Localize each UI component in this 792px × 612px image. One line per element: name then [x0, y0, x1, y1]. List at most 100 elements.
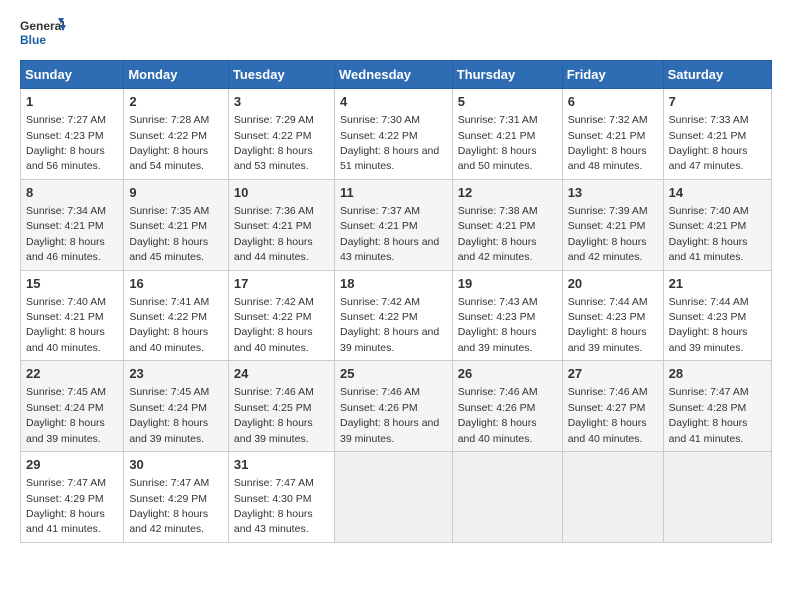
- calendar-cell: [334, 452, 452, 543]
- day-info: Sunrise: 7:38 AMSunset: 4:21 PMDaylight:…: [458, 205, 538, 263]
- day-number: 18: [340, 275, 447, 293]
- calendar-cell: 8 Sunrise: 7:34 AMSunset: 4:21 PMDaylight…: [21, 179, 124, 270]
- day-number: 14: [669, 184, 766, 202]
- calendar-week-row: 15 Sunrise: 7:40 AMSunset: 4:21 PMDayligh…: [21, 270, 772, 361]
- day-info: Sunrise: 7:46 AMSunset: 4:26 PMDaylight:…: [340, 386, 439, 444]
- day-info: Sunrise: 7:46 AMSunset: 4:26 PMDaylight:…: [458, 386, 538, 444]
- day-info: Sunrise: 7:34 AMSunset: 4:21 PMDaylight:…: [26, 205, 106, 263]
- day-info: Sunrise: 7:42 AMSunset: 4:22 PMDaylight:…: [234, 296, 314, 354]
- day-number: 17: [234, 275, 329, 293]
- header-monday: Monday: [124, 61, 229, 89]
- day-number: 20: [568, 275, 658, 293]
- calendar-cell: 21 Sunrise: 7:44 AMSunset: 4:23 PMDayligh…: [663, 270, 771, 361]
- calendar-week-row: 29 Sunrise: 7:47 AMSunset: 4:29 PMDayligh…: [21, 452, 772, 543]
- calendar-header-row: SundayMondayTuesdayWednesdayThursdayFrid…: [21, 61, 772, 89]
- calendar-cell: 4Sunrise: 7:30 AMSunset: 4:22 PMDaylight…: [334, 89, 452, 180]
- day-info: Sunrise: 7:46 AMSunset: 4:27 PMDaylight:…: [568, 386, 648, 444]
- day-number: 24: [234, 365, 329, 383]
- svg-text:Blue: Blue: [20, 33, 46, 47]
- header-thursday: Thursday: [452, 61, 562, 89]
- header-tuesday: Tuesday: [228, 61, 334, 89]
- day-number: 12: [458, 184, 557, 202]
- day-info: Sunrise: 7:45 AMSunset: 4:24 PMDaylight:…: [26, 386, 106, 444]
- day-number: 16: [129, 275, 223, 293]
- day-info: Sunrise: 7:37 AMSunset: 4:21 PMDaylight:…: [340, 205, 439, 263]
- day-number: 22: [26, 365, 118, 383]
- day-number: 31: [234, 456, 329, 474]
- day-number: 21: [669, 275, 766, 293]
- day-info: Sunrise: 7:28 AMSunset: 4:22 PMDaylight:…: [129, 114, 209, 172]
- day-info: Sunrise: 7:42 AMSunset: 4:22 PMDaylight:…: [340, 296, 439, 354]
- calendar-cell: 14 Sunrise: 7:40 AMSunset: 4:21 PMDayligh…: [663, 179, 771, 270]
- day-number: 23: [129, 365, 223, 383]
- day-info: Sunrise: 7:40 AMSunset: 4:21 PMDaylight:…: [26, 296, 106, 354]
- day-number: 27: [568, 365, 658, 383]
- calendar-cell: 12 Sunrise: 7:38 AMSunset: 4:21 PMDayligh…: [452, 179, 562, 270]
- day-number: 9: [129, 184, 223, 202]
- calendar-cell: 24 Sunrise: 7:46 AMSunset: 4:25 PMDayligh…: [228, 361, 334, 452]
- day-number: 6: [568, 93, 658, 111]
- calendar-cell: 27 Sunrise: 7:46 AMSunset: 4:27 PMDayligh…: [562, 361, 663, 452]
- day-info: Sunrise: 7:40 AMSunset: 4:21 PMDaylight:…: [669, 205, 749, 263]
- calendar-cell: 22 Sunrise: 7:45 AMSunset: 4:24 PMDayligh…: [21, 361, 124, 452]
- day-number: 29: [26, 456, 118, 474]
- day-info: Sunrise: 7:45 AMSunset: 4:24 PMDaylight:…: [129, 386, 209, 444]
- day-number: 13: [568, 184, 658, 202]
- calendar-cell: 16 Sunrise: 7:41 AMSunset: 4:22 PMDayligh…: [124, 270, 229, 361]
- day-info: Sunrise: 7:47 AMSunset: 4:29 PMDaylight:…: [129, 477, 209, 535]
- svg-text:General: General: [20, 19, 65, 33]
- day-info: Sunrise: 7:35 AMSunset: 4:21 PMDaylight:…: [129, 205, 209, 263]
- calendar-table: SundayMondayTuesdayWednesdayThursdayFrid…: [20, 60, 772, 543]
- day-number: 7: [669, 93, 766, 111]
- day-info: Sunrise: 7:47 AMSunset: 4:29 PMDaylight:…: [26, 477, 106, 535]
- calendar-cell: 26 Sunrise: 7:46 AMSunset: 4:26 PMDayligh…: [452, 361, 562, 452]
- day-number: 25: [340, 365, 447, 383]
- day-number: 11: [340, 184, 447, 202]
- calendar-cell: 23 Sunrise: 7:45 AMSunset: 4:24 PMDayligh…: [124, 361, 229, 452]
- calendar-cell: 7 Sunrise: 7:33 AMSunset: 4:21 PMDaylight…: [663, 89, 771, 180]
- calendar-cell: 9 Sunrise: 7:35 AMSunset: 4:21 PMDaylight…: [124, 179, 229, 270]
- page-header: General Blue: [20, 16, 772, 52]
- day-info: Sunrise: 7:46 AMSunset: 4:25 PMDaylight:…: [234, 386, 314, 444]
- header-saturday: Saturday: [663, 61, 771, 89]
- day-info: Sunrise: 7:41 AMSunset: 4:22 PMDaylight:…: [129, 296, 209, 354]
- day-info: Sunrise: 7:31 AMSunset: 4:21 PMDaylight:…: [458, 114, 538, 172]
- day-info: Sunrise: 7:43 AMSunset: 4:23 PMDaylight:…: [458, 296, 538, 354]
- calendar-cell: 19Sunrise: 7:43 AMSunset: 4:23 PMDayligh…: [452, 270, 562, 361]
- day-number: 1: [26, 93, 118, 111]
- day-info: Sunrise: 7:30 AMSunset: 4:22 PMDaylight:…: [340, 114, 439, 172]
- calendar-cell: 29 Sunrise: 7:47 AMSunset: 4:29 PMDayligh…: [21, 452, 124, 543]
- day-info: Sunrise: 7:27 AMSunset: 4:23 PMDaylight:…: [26, 114, 106, 172]
- day-number: 10: [234, 184, 329, 202]
- day-number: 15: [26, 275, 118, 293]
- day-info: Sunrise: 7:47 AMSunset: 4:28 PMDaylight:…: [669, 386, 749, 444]
- day-number: 28: [669, 365, 766, 383]
- calendar-cell: 20 Sunrise: 7:44 AMSunset: 4:23 PMDayligh…: [562, 270, 663, 361]
- calendar-cell: [452, 452, 562, 543]
- calendar-cell: 15 Sunrise: 7:40 AMSunset: 4:21 PMDayligh…: [21, 270, 124, 361]
- calendar-cell: 2Sunrise: 7:28 AMSunset: 4:22 PMDaylight…: [124, 89, 229, 180]
- calendar-cell: [562, 452, 663, 543]
- calendar-cell: 25 Sunrise: 7:46 AMSunset: 4:26 PMDayligh…: [334, 361, 452, 452]
- logo-icon: General Blue: [20, 16, 68, 52]
- day-info: Sunrise: 7:44 AMSunset: 4:23 PMDaylight:…: [568, 296, 648, 354]
- calendar-week-row: 1 Sunrise: 7:27 AMSunset: 4:23 PMDaylight…: [21, 89, 772, 180]
- calendar-week-row: 22 Sunrise: 7:45 AMSunset: 4:24 PMDayligh…: [21, 361, 772, 452]
- calendar-cell: 17 Sunrise: 7:42 AMSunset: 4:22 PMDayligh…: [228, 270, 334, 361]
- day-info: Sunrise: 7:29 AMSunset: 4:22 PMDaylight:…: [234, 114, 314, 172]
- day-info: Sunrise: 7:33 AMSunset: 4:21 PMDaylight:…: [669, 114, 749, 172]
- day-info: Sunrise: 7:44 AMSunset: 4:23 PMDaylight:…: [669, 296, 749, 354]
- calendar-cell: 13Sunrise: 7:39 AMSunset: 4:21 PMDayligh…: [562, 179, 663, 270]
- day-number: 5: [458, 93, 557, 111]
- calendar-cell: 1 Sunrise: 7:27 AMSunset: 4:23 PMDaylight…: [21, 89, 124, 180]
- calendar-cell: 5 Sunrise: 7:31 AMSunset: 4:21 PMDaylight…: [452, 89, 562, 180]
- calendar-cell: 18 Sunrise: 7:42 AMSunset: 4:22 PMDayligh…: [334, 270, 452, 361]
- calendar-cell: 31Sunrise: 7:47 AMSunset: 4:30 PMDayligh…: [228, 452, 334, 543]
- day-number: 30: [129, 456, 223, 474]
- day-info: Sunrise: 7:36 AMSunset: 4:21 PMDaylight:…: [234, 205, 314, 263]
- day-number: 8: [26, 184, 118, 202]
- logo: General Blue: [20, 16, 68, 52]
- calendar-cell: 6Sunrise: 7:32 AMSunset: 4:21 PMDaylight…: [562, 89, 663, 180]
- calendar-week-row: 8 Sunrise: 7:34 AMSunset: 4:21 PMDaylight…: [21, 179, 772, 270]
- day-number: 26: [458, 365, 557, 383]
